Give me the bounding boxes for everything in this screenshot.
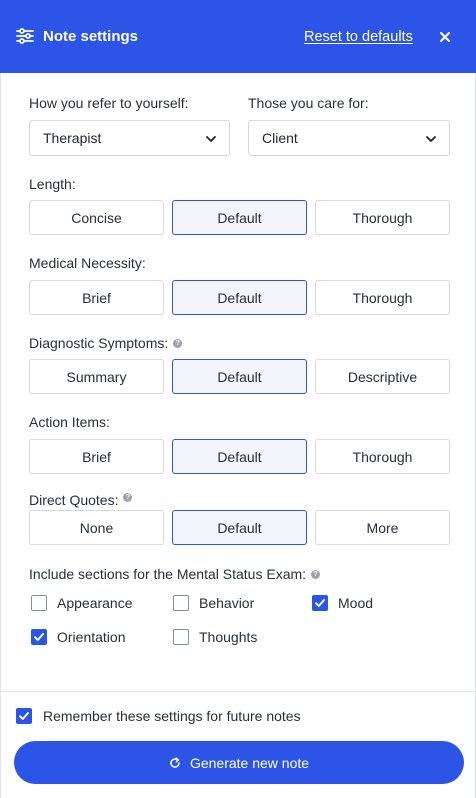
mse-checkbox-label: Orientation <box>57 629 126 645</box>
direct-quotes-option-none[interactable]: None <box>29 510 164 545</box>
chevron-down-icon <box>206 136 216 142</box>
direct-quotes-option-more[interactable]: More <box>315 510 450 545</box>
action-items-option-default[interactable]: Default <box>172 439 307 474</box>
checkbox-checked-icon <box>31 629 47 645</box>
mse-checkbox-appearance[interactable]: Appearance <box>31 595 133 611</box>
help-icon[interactable]: ? <box>123 492 133 502</box>
self-reference-label: How you refer to yourself: <box>29 95 189 111</box>
checkbox-unchecked-icon <box>173 629 189 645</box>
checkbox-unchecked-icon <box>31 595 47 611</box>
help-icon[interactable]: ? <box>311 569 321 579</box>
length-option-default[interactable]: Default <box>172 200 307 235</box>
medical-necessity-label: Medical Necessity: <box>29 255 146 271</box>
diagnostic-symptoms-label-row: Diagnostic Symptoms: ? <box>29 335 183 351</box>
mse-checkbox-thoughts[interactable]: Thoughts <box>173 629 257 645</box>
action-items-label: Action Items: <box>29 414 110 430</box>
direct-quotes-label-row: Direct Quotes: ? <box>29 492 133 508</box>
mse-checkbox-label: Thoughts <box>199 629 258 645</box>
care-recipient-value: Client <box>262 130 298 146</box>
medical-necessity-option-brief[interactable]: Brief <box>29 280 164 315</box>
direct-quotes-label: Direct Quotes: <box>29 492 119 508</box>
medical-necessity-option-thorough[interactable]: Thorough <box>315 280 450 315</box>
direct-quotes-option-default[interactable]: Default <box>172 510 307 545</box>
diagnostic-symptoms-label: Diagnostic Symptoms: <box>29 335 169 351</box>
remember-settings-checkbox[interactable]: Remember these settings for future notes <box>16 708 301 724</box>
length-label: Length: <box>29 176 76 192</box>
action-items-option-thorough[interactable]: Thorough <box>315 439 450 474</box>
medical-necessity-option-default[interactable]: Default <box>172 280 307 315</box>
diagnostic-symptoms-option-summary[interactable]: Summary <box>29 359 164 394</box>
medical-necessity-selector: Brief Default Thorough <box>29 280 450 315</box>
sliders-icon <box>16 28 34 44</box>
page-title: Note settings <box>43 28 139 45</box>
length-selector: Concise Default Thorough <box>29 200 450 235</box>
diagnostic-symptoms-option-descriptive[interactable]: Descriptive <box>315 359 450 394</box>
direct-quotes-selector: None Default More <box>29 510 450 545</box>
mse-checkbox-label: Behavior <box>199 595 255 611</box>
remember-settings-label: Remember these settings for future notes <box>43 708 301 724</box>
action-items-selector: Brief Default Thorough <box>29 439 450 474</box>
length-option-thorough[interactable]: Thorough <box>315 200 450 235</box>
footer-divider <box>0 691 476 692</box>
settings-header: Note settings Reset to defaults <box>0 0 476 73</box>
refresh-icon <box>170 756 180 768</box>
mse-checkbox-behavior[interactable]: Behavior <box>173 595 254 611</box>
close-icon[interactable] <box>436 28 454 46</box>
mse-checkbox-label: Mood <box>338 595 374 611</box>
generate-note-button[interactable]: Generate new note <box>14 741 464 784</box>
checkbox-checked-icon <box>312 595 328 611</box>
action-items-option-brief[interactable]: Brief <box>29 439 164 474</box>
reset-defaults-link[interactable]: Reset to defaults <box>304 29 413 45</box>
generate-note-label: Generate new note <box>189 754 310 771</box>
chevron-down-icon <box>426 136 436 142</box>
self-reference-select[interactable]: Therapist <box>29 120 230 156</box>
checkbox-checked-icon <box>16 708 32 724</box>
care-recipient-select[interactable]: Client <box>248 120 450 156</box>
diagnostic-symptoms-option-default[interactable]: Default <box>172 359 307 394</box>
mse-label-row: Include sections for the Mental Status E… <box>29 566 321 582</box>
self-reference-value: Therapist <box>43 130 102 146</box>
care-recipient-label: Those you care for: <box>248 95 369 111</box>
length-option-concise[interactable]: Concise <box>29 200 164 235</box>
mse-checkbox-orientation[interactable]: Orientation <box>31 629 125 645</box>
diagnostic-symptoms-selector: Summary Default Descriptive <box>29 359 450 394</box>
checkbox-unchecked-icon <box>173 595 189 611</box>
mse-checkbox-label: Appearance <box>57 595 133 611</box>
mse-checkbox-mood[interactable]: Mood <box>312 595 373 611</box>
help-icon[interactable]: ? <box>173 338 183 348</box>
mse-label: Include sections for the Mental Status E… <box>29 566 307 582</box>
